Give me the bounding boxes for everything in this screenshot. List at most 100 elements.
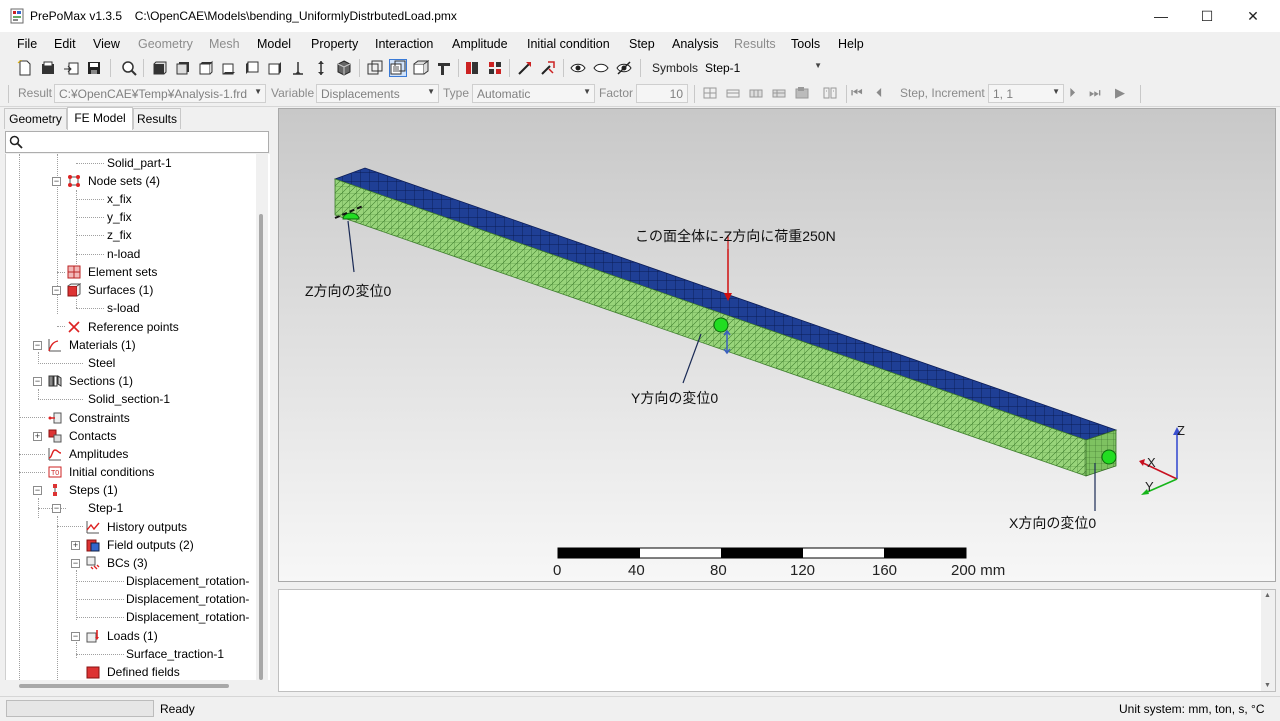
- tree-item-contacts[interactable]: Contacts: [69, 427, 116, 445]
- minimize-button[interactable]: —: [1138, 0, 1184, 32]
- tree-item-field-outputs[interactable]: Field outputs (2): [107, 536, 194, 554]
- menu-initial-condition[interactable]: Initial condition: [527, 37, 610, 51]
- tree-item-y-fix[interactable]: y_fix: [107, 208, 132, 226]
- last-increment-icon[interactable]: ⏭: [1089, 85, 1101, 101]
- menu-results[interactable]: Results: [734, 37, 776, 51]
- tab-results[interactable]: Results: [133, 108, 181, 129]
- color-parts-icon[interactable]: [464, 60, 480, 76]
- tab-geometry[interactable]: Geometry: [4, 108, 67, 129]
- collapse-icon[interactable]: −: [71, 632, 80, 641]
- new-file-icon[interactable]: [17, 60, 33, 76]
- wireframe-icon[interactable]: [367, 60, 383, 76]
- menu-edit[interactable]: Edit: [54, 37, 76, 51]
- tree-item-surfaces[interactable]: Surfaces (1): [88, 281, 153, 299]
- tree-item-surface-traction[interactable]: Surface_traction-1: [126, 645, 224, 663]
- expand-icon[interactable]: +: [71, 541, 80, 550]
- deformed-shaded-icon[interactable]: [794, 85, 810, 101]
- view-right-icon[interactable]: [267, 60, 283, 76]
- open-file-icon[interactable]: [40, 60, 56, 76]
- tree-item-initial-conditions[interactable]: Initial conditions: [69, 463, 154, 481]
- select-arrow-icon[interactable]: [517, 60, 533, 76]
- collapse-icon[interactable]: −: [33, 377, 42, 386]
- menu-view[interactable]: View: [93, 37, 120, 51]
- tree-scrollbar[interactable]: [256, 154, 268, 680]
- tree-item-constraints[interactable]: Constraints: [69, 409, 130, 427]
- tree-item-history-outputs[interactable]: History outputs: [107, 518, 187, 536]
- collapse-icon[interactable]: −: [33, 341, 42, 350]
- view-back-icon[interactable]: [175, 60, 191, 76]
- zoom-icon[interactable]: [121, 60, 137, 76]
- view-left-icon[interactable]: [244, 60, 260, 76]
- scroll-up-icon[interactable]: ▲: [1264, 592, 1271, 599]
- view-bottom-icon[interactable]: [221, 60, 237, 76]
- show-icon[interactable]: [570, 60, 586, 76]
- collapse-icon[interactable]: −: [52, 286, 61, 295]
- view-front-icon[interactable]: [152, 60, 168, 76]
- vertical-axis-icon[interactable]: [290, 60, 306, 76]
- menu-interaction[interactable]: Interaction: [375, 37, 433, 51]
- undeformed-icon[interactable]: [702, 85, 718, 101]
- tree-item-steel[interactable]: Steel: [88, 354, 115, 372]
- step-increment-select[interactable]: 1, 1 ▼: [988, 84, 1064, 103]
- tree-item-step-1[interactable]: Step-1: [88, 499, 123, 517]
- collapse-icon[interactable]: −: [33, 486, 42, 495]
- output-scrollbar[interactable]: ▲ ▼: [1261, 590, 1275, 691]
- menu-model[interactable]: Model: [257, 37, 291, 51]
- play-animation-icon[interactable]: ▶: [1115, 85, 1125, 101]
- deformed-icon[interactable]: [725, 85, 741, 101]
- isometric-view-icon[interactable]: [336, 60, 352, 76]
- tree-item-solid-section[interactable]: Solid_section-1: [88, 390, 170, 408]
- step-select[interactable]: Step-1 ▼: [701, 59, 825, 78]
- result-file-select[interactable]: C:¥OpenCAE¥Temp¥Analysis-1.frd ▼: [54, 84, 266, 103]
- menu-help[interactable]: Help: [838, 37, 864, 51]
- model-canvas[interactable]: [279, 109, 1276, 582]
- scroll-thumb[interactable]: [19, 684, 229, 688]
- section-view-icon[interactable]: [436, 60, 452, 76]
- tree-item-bcs[interactable]: BCs (3): [107, 554, 148, 572]
- tree-item-sections[interactable]: Sections (1): [69, 372, 133, 390]
- query-icon[interactable]: [540, 60, 556, 76]
- factor-input[interactable]: 10: [636, 84, 688, 103]
- shaded-edges-icon[interactable]: [389, 59, 407, 77]
- deformed-mesh-icon[interactable]: [771, 85, 787, 101]
- up-down-axis-icon[interactable]: [313, 60, 329, 76]
- menu-tools[interactable]: Tools: [791, 37, 820, 51]
- menu-geometry[interactable]: Geometry: [138, 37, 193, 51]
- collapse-icon[interactable]: −: [52, 177, 61, 186]
- variable-select[interactable]: Displacements ▼: [316, 84, 439, 103]
- tree-item-n-load[interactable]: n-load: [107, 245, 140, 263]
- tree-item-defined-fields[interactable]: Defined fields: [107, 663, 180, 680]
- deformed-wire-icon[interactable]: [748, 85, 764, 101]
- scroll-down-icon[interactable]: ▼: [1264, 682, 1271, 689]
- collapse-icon[interactable]: −: [52, 504, 61, 513]
- menu-analysis[interactable]: Analysis: [672, 37, 719, 51]
- maximize-button[interactable]: ☐: [1184, 0, 1230, 32]
- show-all-icon[interactable]: [616, 60, 632, 76]
- next-increment-icon[interactable]: ⏵: [1069, 85, 1076, 101]
- element-quality-icon[interactable]: [487, 60, 503, 76]
- scroll-thumb[interactable]: [259, 214, 263, 680]
- tree-item-element-sets[interactable]: Element sets: [88, 263, 157, 281]
- graphics-viewport[interactable]: この面全体に-Z方向に荷重250N Z方向の変位0 Y方向の変位0 X方向の変位…: [278, 108, 1276, 582]
- collapse-icon[interactable]: −: [71, 559, 80, 568]
- import-icon[interactable]: [63, 60, 79, 76]
- menu-property[interactable]: Property: [311, 37, 358, 51]
- shaded-icon[interactable]: [413, 60, 429, 76]
- first-increment-icon[interactable]: ⏮: [851, 85, 863, 101]
- expand-icon[interactable]: +: [33, 432, 42, 441]
- tree-item-s-load[interactable]: s-load: [107, 299, 140, 317]
- tree-item-reference-points[interactable]: Reference points: [88, 318, 179, 336]
- tree-item-bc-1[interactable]: Displacement_rotation-: [126, 572, 249, 590]
- menu-file[interactable]: File: [17, 37, 37, 51]
- tree-item-solid-part[interactable]: Solid_part-1: [107, 154, 172, 172]
- output-log[interactable]: ▲ ▼: [278, 589, 1276, 692]
- tree-item-x-fix[interactable]: x_fix: [107, 190, 132, 208]
- type-select[interactable]: Automatic ▼: [472, 84, 595, 103]
- tree-item-bc-2[interactable]: Displacement_rotation-: [126, 590, 249, 608]
- tree-item-steps[interactable]: Steps (1): [69, 481, 118, 499]
- tree-search-input[interactable]: [5, 131, 269, 153]
- previous-increment-icon[interactable]: ⏴: [876, 85, 883, 101]
- tree-item-z-fix[interactable]: z_fix: [107, 226, 132, 244]
- tree-item-loads[interactable]: Loads (1): [107, 627, 158, 645]
- tree-item-amplitudes[interactable]: Amplitudes: [69, 445, 128, 463]
